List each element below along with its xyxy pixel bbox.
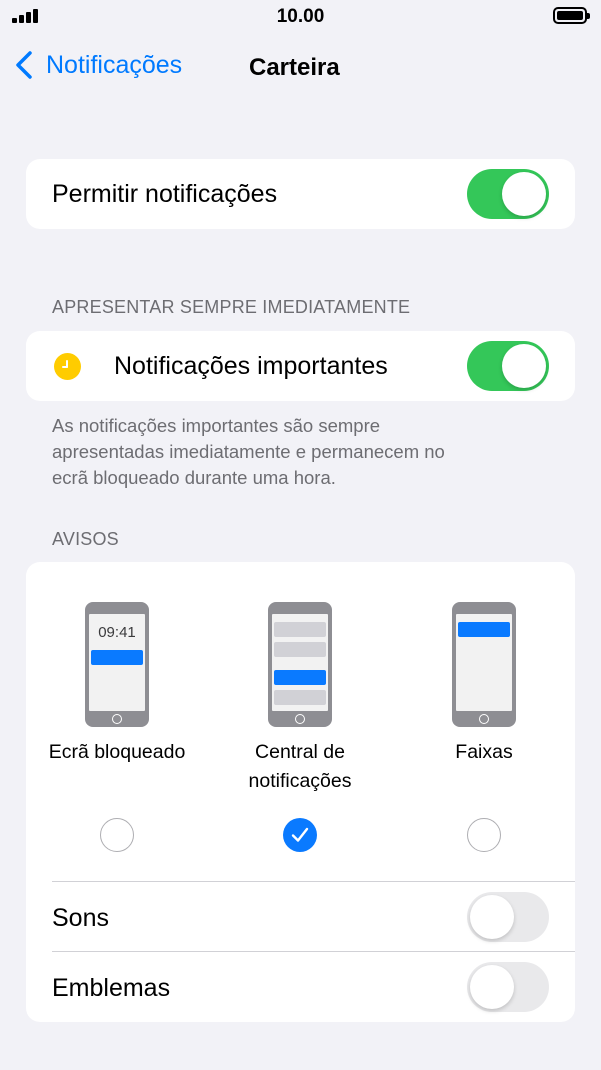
lock-screen-radio[interactable] — [100, 818, 134, 852]
important-notifications-toggle[interactable] — [467, 341, 549, 391]
notification-center-label: Central de notificações — [210, 738, 390, 796]
chevron-left-icon — [16, 51, 32, 79]
banners-label: Faixas — [455, 741, 513, 763]
back-button[interactable]: Notificações — [14, 50, 182, 80]
notification-center-illustration[interactable] — [268, 602, 332, 727]
checkmark-icon — [291, 827, 309, 842]
navigation-bar: Notificações Carteira — [0, 44, 601, 94]
allow-notifications-row: Permitir notificações — [26, 159, 575, 229]
footer-line: As notificações importantes são sempre — [52, 415, 381, 436]
back-button-label: Notificações — [46, 50, 183, 79]
status-time: 10.00 — [276, 6, 325, 27]
status-bar: 10.00 — [0, 0, 601, 34]
clock-icon — [54, 353, 81, 380]
page-title: Carteira — [249, 54, 340, 81]
badges-label: Emblemas — [52, 974, 171, 1002]
allow-notifications-label: Permitir notificações — [52, 180, 278, 208]
important-notifications-row: Notificações importantes — [26, 331, 575, 401]
important-notifications-label: Notificações importantes — [114, 352, 388, 380]
sounds-toggle[interactable] — [467, 892, 549, 942]
allow-notifications-toggle[interactable] — [467, 169, 549, 219]
banners-illustration[interactable] — [452, 602, 516, 727]
lock-screen-time: 09:41 — [98, 624, 136, 641]
notification-center-radio[interactable] — [283, 818, 317, 852]
alerts-section-header: AVISOS — [52, 529, 119, 549]
battery-icon — [553, 7, 590, 24]
badges-toggle[interactable] — [467, 962, 549, 1012]
divider — [52, 881, 575, 882]
footer-line: ecrã bloqueado durante uma hora. — [52, 467, 336, 488]
important-footer-text: As notificações importantes são sempre a… — [52, 413, 552, 491]
lock-screen-label: Ecrã bloqueado — [48, 741, 186, 763]
label-line: Central de — [255, 741, 345, 763]
divider — [52, 951, 575, 952]
sounds-label: Sons — [52, 904, 109, 932]
alerts-card: 09:41 Ecrã bloqueado Central de notifica… — [26, 562, 575, 1022]
lock-screen-illustration[interactable]: 09:41 — [85, 602, 149, 727]
footer-line: apresentadas imediatamente e permanecem … — [52, 441, 445, 462]
important-section-header: APRESENTAR SEMPRE IMEDIATAMENTE — [52, 297, 411, 317]
banners-radio[interactable] — [467, 818, 501, 852]
label-line: notificações — [248, 770, 352, 792]
